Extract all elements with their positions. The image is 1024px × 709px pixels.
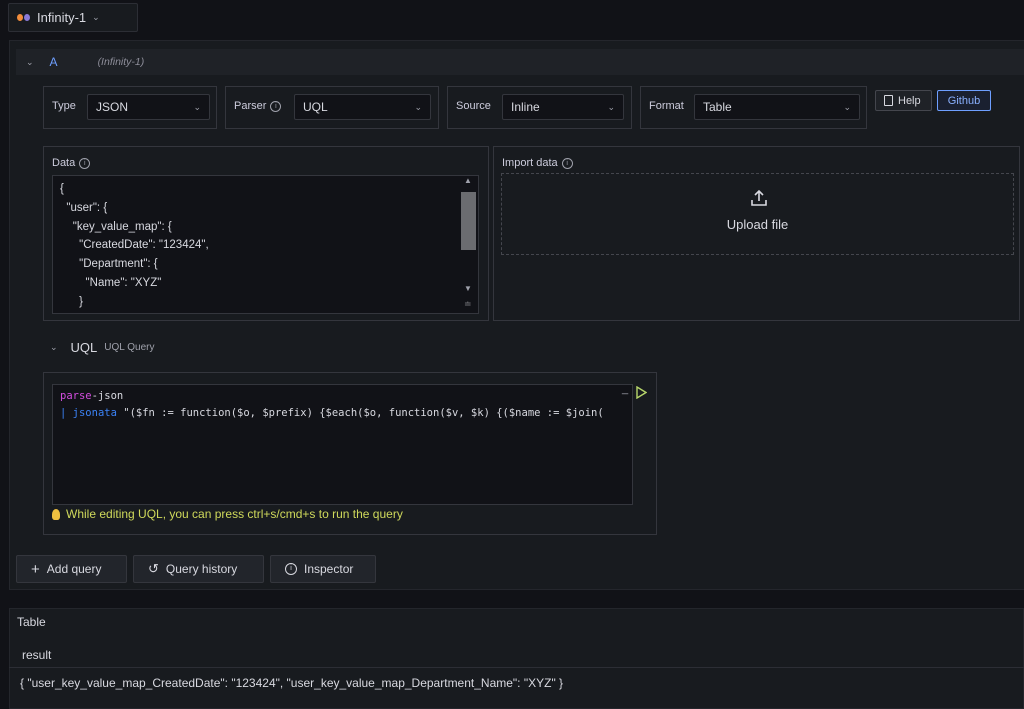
uql-editor-box: parse-json | jsonata "($fn := function($…: [43, 372, 657, 535]
source-field: Source Inline ⌄: [447, 86, 632, 129]
query-datasource-label: (Infinity-1): [97, 56, 145, 68]
data-textarea[interactable]: { "user": { "key_value_map": { "CreatedD…: [52, 175, 479, 314]
upload-file-label: Upload file: [726, 217, 789, 232]
run-query-icon[interactable]: [635, 386, 647, 399]
source-label: Source: [456, 100, 491, 112]
textarea-scrollbar[interactable]: ▲ ▼ ≐: [460, 176, 477, 313]
data-line: "user": {: [60, 201, 108, 214]
lightbulb-icon: [52, 508, 60, 520]
uql-code-editor[interactable]: parse-json | jsonata "($fn := function($…: [52, 384, 633, 505]
table-row: { "user_key_value_map_CreatedDate": "123…: [20, 676, 564, 690]
table-column-header[interactable]: result: [22, 648, 51, 662]
parser-value: UQL: [303, 100, 328, 114]
inspector-button[interactable]: i Inspector: [270, 555, 376, 583]
type-value: JSON: [96, 100, 129, 114]
data-line: {: [60, 183, 64, 195]
minimize-icon[interactable]: _: [622, 383, 628, 395]
info-icon[interactable]: i: [561, 157, 573, 169]
format-label: Format: [649, 100, 684, 112]
format-value: Table: [703, 100, 732, 114]
source-value: Inline: [511, 100, 540, 114]
help-button[interactable]: Help: [875, 90, 932, 111]
data-line: "CreatedDate": "123424",: [60, 239, 209, 252]
chevron-down-icon: ⌄: [843, 101, 851, 112]
data-lines: { "user": { "key_value_map": { "CreatedD…: [60, 180, 478, 312]
query-history-button[interactable]: ↺ Query history: [133, 555, 264, 583]
data-label: Data i: [52, 157, 91, 169]
datasource-picker[interactable]: Infinity-1 ⌄: [8, 3, 138, 32]
github-button[interactable]: Github: [937, 90, 991, 111]
format-select[interactable]: Table ⌄: [694, 94, 860, 120]
datasource-name: Infinity-1: [37, 10, 87, 25]
chevron-down-icon: ⌄: [607, 101, 615, 112]
collapse-caret-icon[interactable]: ⌄: [50, 342, 58, 353]
table-panel: [9, 608, 1024, 709]
parser-select[interactable]: UQL ⌄: [294, 94, 431, 120]
resize-handle-icon[interactable]: ≐: [464, 299, 472, 310]
query-letter[interactable]: A: [50, 55, 58, 69]
infinity-logo-icon: [17, 13, 31, 23]
info-icon[interactable]: i: [79, 157, 91, 169]
data-line: }: [60, 295, 84, 308]
import-label: Import data i: [502, 157, 573, 169]
parser-label: Parser i: [234, 100, 282, 112]
type-select[interactable]: JSON ⌄: [87, 94, 210, 120]
uql-section-header[interactable]: ⌄ UQL UQL Query: [39, 331, 1024, 363]
chevron-down-icon: ⌄: [193, 101, 201, 112]
table-divider: [9, 667, 1024, 668]
upload-icon: [751, 189, 767, 206]
upload-dropzone[interactable]: Upload file: [501, 173, 1014, 255]
add-query-button[interactable]: + Add query: [16, 555, 127, 583]
chevron-down-icon: ⌄: [92, 12, 100, 22]
type-field: Type JSON ⌄: [43, 86, 217, 129]
uql-hint: While editing UQL, you can press ctrl+s/…: [52, 507, 403, 521]
chevron-down-icon: ⌄: [414, 101, 422, 112]
scroll-thumb[interactable]: [461, 192, 476, 250]
import-panel: Import data i Upload file: [493, 146, 1020, 321]
table-title: Table: [17, 615, 46, 629]
data-line: "key_value_map": {: [60, 220, 172, 233]
uql-subtitle: UQL Query: [104, 341, 155, 353]
query-row-header[interactable]: ⌄ A (Infinity-1): [16, 49, 1024, 75]
source-select[interactable]: Inline ⌄: [502, 94, 624, 120]
history-icon: ↺: [148, 561, 159, 576]
data-panel: Data i { "user": { "key_value_map": { "Cr…: [43, 146, 489, 321]
document-icon: [884, 95, 893, 106]
info-icon[interactable]: i: [270, 100, 282, 112]
parser-field: Parser i UQL ⌄: [225, 86, 439, 129]
format-field: Format Table ⌄: [640, 86, 867, 129]
info-icon: i: [285, 563, 297, 575]
uql-title: UQL: [70, 339, 98, 355]
scroll-up-icon[interactable]: ▲: [464, 176, 472, 185]
plus-icon: +: [31, 560, 40, 578]
type-label: Type: [52, 100, 76, 112]
data-line: "Department": {: [60, 258, 158, 271]
data-line: "Name": "XYZ": [60, 276, 162, 289]
collapse-caret-icon[interactable]: ⌄: [26, 57, 34, 68]
scroll-down-icon[interactable]: ▼: [464, 284, 472, 293]
